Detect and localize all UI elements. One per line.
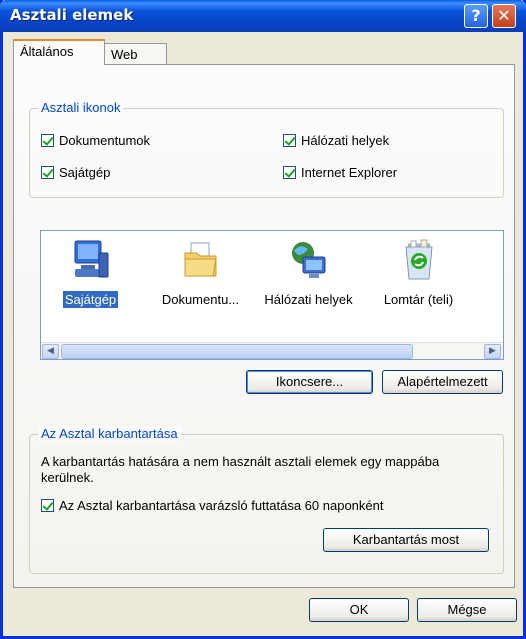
cleanup-now-button[interactable]: Karbantartás most <box>323 528 489 552</box>
scroll-right-button[interactable]: ▶ <box>484 344 501 359</box>
list-item-label: Dokumentu... <box>161 292 240 307</box>
checkbox-my-computer[interactable]: Sajátgép <box>41 165 110 180</box>
list-item-recycle-bin-full[interactable]: Lomtár (teli) <box>371 239 466 308</box>
documents-folder-icon <box>181 239 221 283</box>
close-icon: ✕ <box>497 6 511 25</box>
change-icon-label: Ikoncsere... <box>275 374 344 389</box>
checkbox-box[interactable] <box>41 166 54 179</box>
change-icon-button[interactable]: Ikoncsere... <box>246 370 373 394</box>
dialog-window: Asztali elemek ? ✕ Általános Web Asztali… <box>0 0 526 639</box>
list-item-label: Sajátgép <box>62 291 119 308</box>
checkbox-cleanup-wizard[interactable]: Az Asztal karbantartása varázsló futtatá… <box>41 498 383 513</box>
list-item-label: Lomtár (teli) <box>383 292 454 307</box>
checkbox-label: Dokumentumok <box>59 133 151 148</box>
checkbox-label: Hálózati helyek <box>301 133 390 148</box>
checkbox-network-places[interactable]: Hálózati helyek <box>283 133 389 148</box>
cleanup-description: A karbantartás hatására a nem használt a… <box>41 454 440 485</box>
checkbox-box[interactable] <box>41 499 54 512</box>
list-item-network-places[interactable]: Hálózati helyek <box>261 239 356 308</box>
scroll-thumb[interactable] <box>61 344 413 359</box>
restore-default-label: Alapértelmezett <box>397 374 488 389</box>
checkbox-documents[interactable]: Dokumentumok <box>41 133 150 148</box>
horizontal-scrollbar[interactable]: ◀ ▶ <box>41 342 503 359</box>
network-places-icon <box>289 239 329 283</box>
checkbox-label: Internet Explorer <box>301 165 398 180</box>
tab-web[interactable]: Web <box>104 43 167 65</box>
checkbox-label: Sajátgép <box>59 165 111 180</box>
list-item-my-computer[interactable]: Sajátgép <box>43 239 138 308</box>
scroll-left-button[interactable]: ◀ <box>42 344 59 359</box>
list-item-documents[interactable]: Dokumentu... <box>153 239 248 308</box>
cleanup-now-label: Karbantartás most <box>352 532 460 547</box>
desktop-cleanup-group-title: Az Asztal karbantartása <box>38 426 181 441</box>
tab-general[interactable]: Általános <box>13 39 105 65</box>
tab-web-label: Web <box>111 47 138 62</box>
icon-list-view[interactable]: Sajátgép Dokumentu... Hálózati helyek Lo… <box>40 230 504 360</box>
desktop-icons-group-title: Asztali ikonok <box>38 100 124 115</box>
tab-general-label: Általános <box>20 44 74 59</box>
close-button[interactable]: ✕ <box>492 4 516 28</box>
checkbox-box[interactable] <box>283 134 296 147</box>
recycle-bin-full-icon <box>399 239 439 283</box>
list-item-recycle-bin-empty[interactable]: Lo <box>477 239 503 308</box>
ok-button[interactable]: OK <box>309 598 409 622</box>
checkbox-box[interactable] <box>41 134 54 147</box>
list-item-label: Hálózati helyek <box>264 292 353 307</box>
desktop-icons-group: Asztali ikonok <box>29 100 504 198</box>
help-button[interactable]: ? <box>464 4 488 28</box>
title-bar[interactable]: Asztali elemek ? ✕ <box>0 0 526 32</box>
cancel-label: Mégse <box>447 602 487 617</box>
my-computer-icon <box>71 239 111 283</box>
checkbox-box[interactable] <box>283 166 296 179</box>
ok-label: OK <box>349 602 369 617</box>
restore-default-button[interactable]: Alapértelmezett <box>382 370 503 394</box>
chevron-left-icon: ◀ <box>47 346 54 356</box>
window-title: Asztali elemek <box>10 6 134 24</box>
chevron-right-icon: ▶ <box>489 346 496 356</box>
checkbox-label: Az Asztal karbantartása varázsló futtatá… <box>59 498 384 513</box>
cancel-button[interactable]: Mégse <box>417 598 517 622</box>
checkbox-internet-explorer[interactable]: Internet Explorer <box>283 165 397 180</box>
